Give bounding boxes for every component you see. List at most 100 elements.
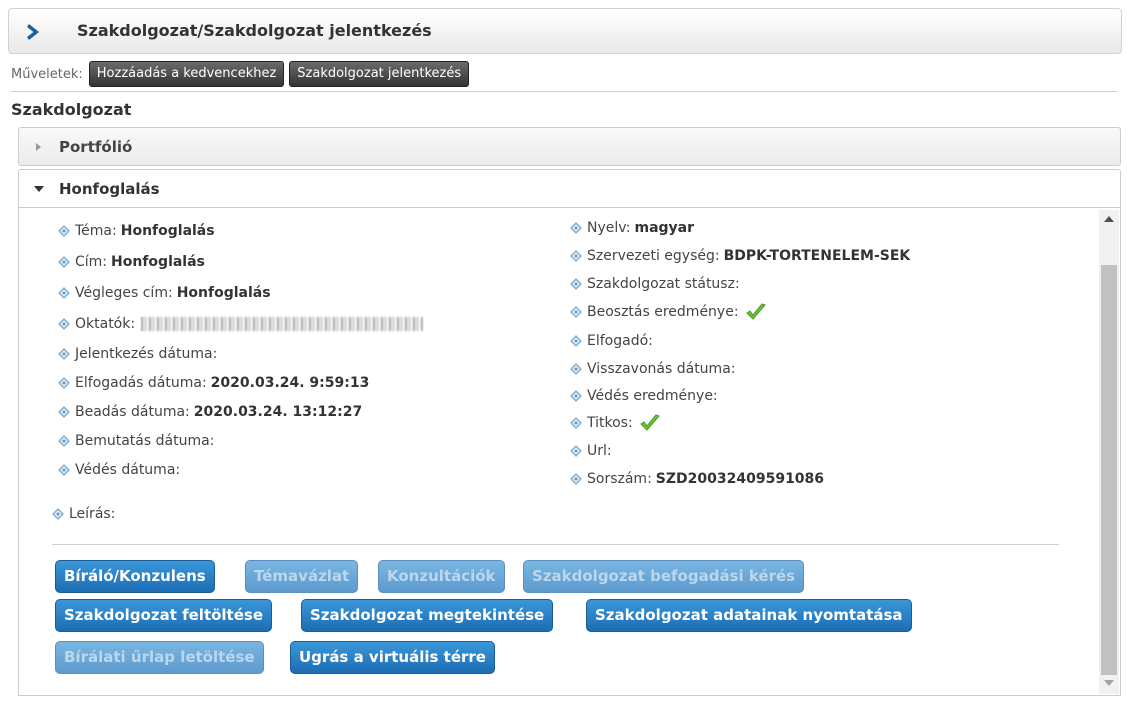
field-label: Jelentkezés dátuma:: [75, 346, 218, 362]
diamond-bullet-icon: [570, 390, 582, 402]
diamond-bullet-icon: [570, 222, 582, 234]
accordion-thesis[interactable]: Honfoglalás: [18, 169, 1121, 208]
field-secret: Titkos:: [570, 414, 661, 432]
scrollbar-thumb[interactable]: [1101, 265, 1117, 675]
diamond-bullet-icon: [58, 406, 70, 418]
field-language: Nyelv: magyar: [570, 220, 694, 236]
field-defense-result: Védés eredménye:: [570, 388, 718, 404]
field-acceptor: Elfogadó:: [570, 333, 653, 349]
checkmark-icon: [746, 303, 766, 320]
field-acceptance-date: Elfogadás dátuma: 2020.03.24. 9:59:13: [58, 375, 369, 391]
field-assignment-result: Beosztás eredménye:: [570, 303, 767, 321]
operations-label: Műveletek:: [11, 66, 83, 82]
virtual-space-button[interactable]: Ugrás a virtuális térre: [290, 641, 495, 674]
triangle-right-icon: [36, 143, 41, 151]
field-description: Leírás:: [52, 506, 115, 522]
field-value: BDPK-TORTENELEM-SEK: [723, 248, 911, 264]
thesis-upload-button[interactable]: Szakdolgozat feltöltése: [55, 599, 273, 632]
field-label: Titkos:: [587, 415, 633, 431]
diamond-bullet-icon: [570, 363, 582, 375]
accordion-portfolio[interactable]: Portfólió: [18, 127, 1121, 166]
field-thesis-status: Szakdolgozat státusz:: [570, 276, 740, 292]
thesis-view-button[interactable]: Szakdolgozat megtekintése: [301, 599, 554, 632]
add-to-favorites-button[interactable]: Hozzáadás a kedvencekhez: [88, 61, 285, 87]
diamond-bullet-icon: [570, 445, 582, 457]
diamond-bullet-icon: [58, 377, 70, 389]
diamond-bullet-icon: [570, 417, 582, 429]
field-title: Cím: Honfoglalás: [58, 254, 205, 270]
field-instructors: Oktatók:: [58, 316, 424, 332]
field-value: 2020.03.24. 13:12:27: [193, 404, 363, 420]
field-label: Szakdolgozat státusz:: [587, 276, 740, 292]
diamond-bullet-icon: [570, 306, 582, 318]
field-submission-date: Beadás dátuma: 2020.03.24. 13:12:27: [58, 404, 362, 420]
field-label: Téma:: [75, 223, 117, 239]
thesis-acceptance-request-button[interactable]: Szakdolgozat befogadási kérés: [523, 560, 805, 593]
field-label: Cím:: [75, 254, 108, 270]
field-label: Leírás:: [69, 506, 116, 522]
field-label: Védés eredménye:: [587, 388, 718, 404]
field-value: magyar: [634, 220, 695, 236]
field-label: Bemutatás dátuma:: [75, 433, 215, 449]
field-label: Szervezeti egység:: [587, 248, 720, 264]
field-label: Elfogadó:: [587, 333, 653, 349]
diamond-bullet-icon: [58, 256, 70, 268]
field-application-date: Jelentkezés dátuma:: [58, 346, 217, 362]
diamond-bullet-icon: [570, 278, 582, 290]
divider: [52, 544, 1059, 545]
field-defense-date: Védés dátuma:: [58, 462, 180, 478]
reviewer-consultant-button[interactable]: Bíráló/Konzulens: [55, 560, 215, 593]
diamond-bullet-icon: [52, 508, 64, 520]
redacted-names: [141, 317, 424, 331]
field-value: 2020.03.24. 9:59:13: [210, 375, 370, 391]
field-label: Nyelv:: [587, 220, 631, 236]
accordion-thesis-label: Honfoglalás: [59, 180, 160, 198]
diamond-bullet-icon: [58, 348, 70, 360]
diamond-bullet-icon: [570, 335, 582, 347]
diamond-bullet-icon: [58, 225, 70, 237]
operations-bar: Műveletek: Hozzáadás a kedvencekhez Szak…: [11, 60, 474, 88]
field-value: Honfoglalás: [176, 285, 271, 301]
checkmark-icon: [640, 414, 660, 431]
topic-outline-button[interactable]: Témavázlat: [245, 560, 359, 593]
diamond-bullet-icon: [58, 318, 70, 330]
field-topic: Téma: Honfoglalás: [58, 223, 215, 239]
field-value: Honfoglalás: [111, 254, 205, 270]
page-title: Szakdolgozat/Szakdolgozat jelentkezés: [77, 21, 432, 40]
thesis-print-data-button[interactable]: Szakdolgozat adatainak nyomtatása: [586, 599, 912, 632]
field-label: Védés dátuma:: [75, 462, 181, 478]
diamond-bullet-icon: [58, 464, 70, 476]
chevron-right-icon: [27, 24, 39, 40]
consultations-button[interactable]: Konzultációk: [378, 560, 505, 593]
field-value: SZD20032409591086: [655, 471, 825, 487]
panel-scrollbar[interactable]: [1099, 210, 1119, 694]
field-presentation-date: Bemutatás dátuma:: [58, 433, 214, 449]
scroll-down-arrow-icon[interactable]: [1104, 680, 1114, 686]
page-header: Szakdolgozat/Szakdolgozat jelentkezés: [8, 8, 1122, 54]
field-label: Oktatók:: [75, 316, 136, 332]
diamond-bullet-icon: [58, 435, 70, 447]
accordion-portfolio-label: Portfólió: [59, 138, 133, 156]
diamond-bullet-icon: [58, 287, 70, 299]
field-withdrawal-date: Visszavonás dátuma:: [570, 361, 735, 377]
divider: [11, 91, 1117, 92]
diamond-bullet-icon: [570, 250, 582, 262]
field-label: Url:: [587, 443, 612, 459]
field-url: Url:: [570, 443, 612, 459]
diamond-bullet-icon: [570, 473, 582, 485]
section-title: Szakdolgozat: [11, 100, 132, 119]
field-label: Beosztás eredménye:: [587, 304, 739, 320]
field-label: Sorszám:: [587, 471, 652, 487]
field-label: Végleges cím:: [75, 285, 173, 301]
review-form-download-button[interactable]: Bírálati űrlap letöltése: [55, 641, 264, 674]
field-label: Visszavonás dátuma:: [587, 361, 736, 377]
field-label: Elfogadás dátuma:: [75, 375, 207, 391]
triangle-down-icon: [34, 186, 44, 192]
field-label: Beadás dátuma:: [75, 404, 190, 420]
field-serial-number: Sorszám: SZD20032409591086: [570, 471, 824, 487]
thesis-application-button[interactable]: Szakdolgozat jelentkezés: [289, 61, 470, 87]
field-value: Honfoglalás: [120, 223, 215, 239]
field-org-unit: Szervezeti egység: BDPK-TORTENELEM-SEK: [570, 248, 910, 264]
scroll-up-arrow-icon[interactable]: [1104, 216, 1114, 222]
field-final-title: Végleges cím: Honfoglalás: [58, 285, 271, 301]
